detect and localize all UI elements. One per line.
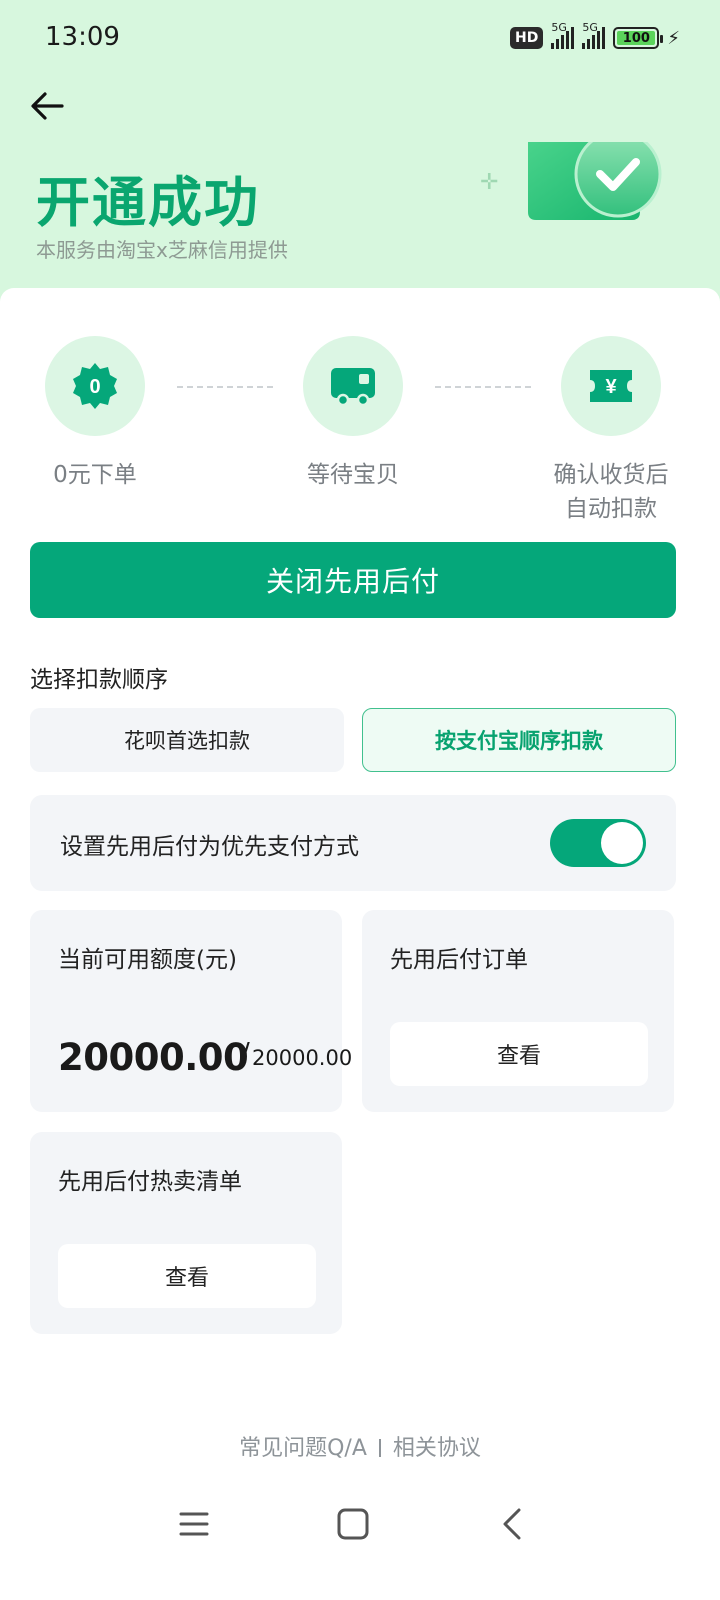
charging-icon: ⚡	[667, 27, 680, 49]
step-order-zero: 0 0元下单	[25, 336, 165, 492]
menu-icon	[179, 1512, 209, 1536]
battery-level: 100	[622, 30, 650, 46]
orders-title: 先用后付订单	[390, 947, 528, 973]
sparkle-icon: ✛	[480, 170, 499, 195]
preferred-payment-toggle[interactable]	[550, 819, 646, 867]
arrow-left-icon	[31, 92, 64, 120]
orders-card: 先用后付订单 查看	[362, 910, 674, 1112]
home-square-icon	[337, 1508, 369, 1540]
step-icon-circle	[303, 336, 403, 436]
close-pay-later-button[interactable]: 关闭先用后付	[30, 542, 676, 618]
page-subtitle: 本服务由淘宝x芝麻信用提供	[36, 238, 288, 262]
signal-icon: 5G	[551, 21, 575, 49]
battery-icon: 100	[613, 27, 664, 49]
step-label: 确认收货后 自动扣款	[553, 462, 669, 522]
agreement-link[interactable]: 相关协议	[393, 1436, 481, 1461]
page-title: 开通成功	[36, 171, 260, 234]
system-nav-bar	[0, 1490, 720, 1560]
option-huabei-first[interactable]: 花呗首选扣款	[30, 708, 344, 772]
system-back-button[interactable]	[488, 1502, 536, 1546]
svg-text:¥: ¥	[605, 376, 617, 398]
option-alipay-order[interactable]: 按支付宝顺序扣款	[362, 708, 676, 772]
faq-link[interactable]: 常见问题Q/A	[239, 1436, 367, 1461]
status-bar: 13:09 HD 5G 5G 100 ⚡	[0, 0, 720, 78]
view-hot-list-button[interactable]: 查看	[58, 1244, 316, 1308]
step-wait-delivery: 等待宝贝	[283, 336, 423, 492]
home-button[interactable]	[329, 1502, 377, 1546]
back-chevron-icon	[503, 1508, 521, 1540]
hot-list-card: 先用后付热卖清单 查看	[30, 1132, 342, 1334]
footer-links: 常见问题Q/A 相关协议	[0, 1430, 720, 1462]
status-icons: HD 5G 5G 100 ⚡	[510, 21, 680, 52]
step-icon-circle: ¥	[561, 336, 661, 436]
step-label: 等待宝贝	[307, 462, 399, 488]
yuan-ticket-icon: ¥	[590, 370, 632, 402]
back-button[interactable]	[28, 88, 68, 124]
success-bag-illustration	[528, 142, 662, 220]
step-auto-deduct: ¥ 确认收货后 自动扣款	[541, 336, 681, 526]
truck-icon	[331, 368, 375, 407]
quota-available: 20000.00	[58, 1036, 249, 1079]
view-orders-button[interactable]: 查看	[390, 1022, 648, 1086]
quota-slash: /	[241, 1038, 250, 1068]
preferred-payment-label: 设置先用后付为优先支付方式	[60, 834, 359, 860]
status-time: 13:09	[45, 22, 120, 52]
zero-badge-icon: 0	[73, 363, 117, 409]
menu-button[interactable]	[170, 1502, 218, 1546]
toggle-knob	[601, 822, 643, 864]
preferred-payment-row: 设置先用后付为优先支付方式	[30, 795, 676, 891]
hd-voice-icon: HD	[510, 27, 544, 49]
step-icon-circle: 0	[45, 336, 145, 436]
quota-total: 20000.00	[252, 1046, 353, 1070]
quota-card: 当前可用额度(元) 20000.00 / 20000.00	[30, 910, 352, 1112]
step-connector	[435, 386, 531, 388]
step-connector	[177, 386, 273, 388]
deduction-order-title: 选择扣款顺序	[30, 667, 168, 693]
step-label: 0元下单	[53, 462, 137, 488]
svg-text:0: 0	[89, 376, 100, 398]
signal-icon-2: 5G	[582, 21, 606, 49]
quota-title: 当前可用额度(元)	[58, 947, 237, 973]
hot-list-title: 先用后付热卖清单	[58, 1169, 242, 1195]
footer-divider	[378, 1439, 381, 1457]
